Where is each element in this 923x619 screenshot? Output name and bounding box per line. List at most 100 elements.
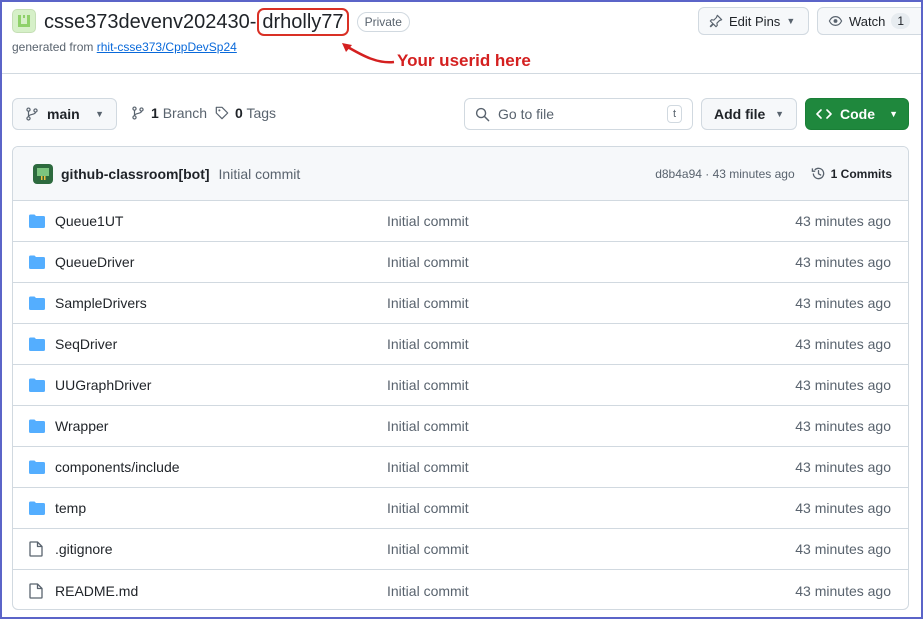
tags-label: Tags xyxy=(246,105,277,121)
folder-icon xyxy=(29,459,45,475)
branches-label: Branch xyxy=(162,105,208,121)
file-row[interactable]: README.md Initial commit 43 minutes ago xyxy=(13,570,908,609)
edit-pins-label: Edit Pins xyxy=(729,13,781,29)
go-to-file-search[interactable]: t xyxy=(464,98,693,130)
add-file-button[interactable]: Add file ▼ xyxy=(701,98,797,130)
repo-userid-highlight[interactable]: drholly77 xyxy=(257,8,349,36)
watch-count: 1 xyxy=(891,13,911,29)
code-button[interactable]: Code ▼ xyxy=(805,98,909,130)
file-age: 43 minutes ago xyxy=(795,254,891,270)
file-commit-message[interactable]: Initial commit xyxy=(387,459,469,475)
file-name[interactable]: components/include xyxy=(55,459,387,475)
repo-avatar xyxy=(12,9,36,33)
folder-icon xyxy=(29,377,45,393)
file-icon xyxy=(29,582,45,599)
commits-count-label: 1 Commits xyxy=(830,166,892,181)
pin-icon xyxy=(709,14,723,28)
watch-button[interactable]: Watch 1 xyxy=(817,7,923,35)
annotation-label: Your userid here xyxy=(397,51,531,70)
generated-prefix: generated from xyxy=(12,40,94,54)
file-commit-message[interactable]: Initial commit xyxy=(387,295,469,311)
eye-icon xyxy=(828,16,843,26)
commit-meta[interactable]: d8b4a94 · 43 minutes ago xyxy=(655,167,794,181)
branches-link[interactable]: 1 Branch xyxy=(131,105,207,121)
file-age: 43 minutes ago xyxy=(795,541,891,557)
commits-history-link[interactable]: 1 Commits xyxy=(811,166,892,181)
chevron-down-icon: ▼ xyxy=(775,109,784,119)
chevron-down-icon: ▼ xyxy=(786,16,796,26)
file-commit-message[interactable]: Initial commit xyxy=(387,583,469,599)
file-row[interactable]: components/include Initial commit 43 min… xyxy=(13,447,908,488)
file-commit-message[interactable]: Initial commit xyxy=(387,500,469,516)
folder-icon xyxy=(29,213,45,229)
file-commit-message[interactable]: Initial commit xyxy=(387,377,469,393)
header-divider xyxy=(0,73,923,74)
file-row[interactable]: SeqDriver Initial commit 43 minutes ago xyxy=(13,324,908,365)
add-file-label: Add file xyxy=(714,106,766,122)
file-commit-message[interactable]: Initial commit xyxy=(387,541,469,557)
repo-name[interactable]: csse373devenv202430- xyxy=(44,11,256,34)
search-icon xyxy=(475,107,490,121)
file-age: 43 minutes ago xyxy=(795,295,891,311)
file-age: 43 minutes ago xyxy=(795,377,891,393)
file-commit-message[interactable]: Initial commit xyxy=(387,254,469,270)
chevron-down-icon: ▼ xyxy=(95,109,104,119)
file-age: 43 minutes ago xyxy=(795,500,891,516)
folder-icon xyxy=(29,418,45,434)
file-name[interactable]: QueueDriver xyxy=(55,254,387,270)
keyboard-shortcut-hint: t xyxy=(666,105,682,123)
file-row[interactable]: QueueDriver Initial commit 43 minutes ag… xyxy=(13,242,908,283)
tags-count: 0 xyxy=(235,105,243,121)
branches-count: 1 xyxy=(151,105,159,121)
file-name[interactable]: SampleDrivers xyxy=(55,295,387,311)
file-age: 43 minutes ago xyxy=(795,213,891,229)
file-commit-message[interactable]: Initial commit xyxy=(387,336,469,352)
classroom-bot-icon xyxy=(37,167,49,180)
commit-message[interactable]: Initial commit xyxy=(219,166,301,182)
file-icon xyxy=(29,541,45,557)
file-age: 43 minutes ago xyxy=(795,582,891,599)
branch-icon xyxy=(26,107,38,121)
file-name[interactable]: UUGraphDriver xyxy=(55,377,387,393)
branch-name: main xyxy=(47,106,80,122)
file-row[interactable]: UUGraphDriver Initial commit 43 minutes … xyxy=(13,365,908,406)
bot-avatar[interactable] xyxy=(33,163,53,184)
latest-commit-bar: github-classroom[bot] Initial commit d8b… xyxy=(13,147,908,201)
file-name[interactable]: README.md xyxy=(55,583,387,599)
file-age: 43 minutes ago xyxy=(795,336,891,352)
generated-from: generated from rhit-csse373/CppDevSp24 xyxy=(12,40,237,54)
visibility-badge: Private xyxy=(356,12,410,32)
file-name[interactable]: Queue1UT xyxy=(55,213,387,229)
branch-selector[interactable]: main ▼ xyxy=(12,98,117,130)
code-icon xyxy=(816,109,832,119)
file-row[interactable]: Wrapper Initial commit 43 minutes ago xyxy=(13,406,908,447)
tag-icon xyxy=(215,106,229,120)
file-name[interactable]: temp xyxy=(55,500,387,516)
folder-icon xyxy=(29,500,45,516)
search-input[interactable] xyxy=(498,106,658,122)
edit-pins-button[interactable]: Edit Pins ▼ xyxy=(698,7,809,35)
file-name[interactable]: .gitignore xyxy=(55,541,387,557)
code-label: Code xyxy=(840,106,875,122)
tags-link[interactable]: 0 Tags xyxy=(215,105,276,121)
template-repo-link[interactable]: rhit-csse373/CppDevSp24 xyxy=(97,40,237,54)
history-icon xyxy=(811,167,824,180)
file-row[interactable]: SampleDrivers Initial commit 43 minutes … xyxy=(13,283,908,324)
repo-identicon-icon xyxy=(18,15,30,27)
file-age: 43 minutes ago xyxy=(795,459,891,475)
file-name[interactable]: SeqDriver xyxy=(55,336,387,352)
folder-icon xyxy=(29,336,45,352)
file-row[interactable]: .gitignore Initial commit 43 minutes ago xyxy=(13,529,908,570)
branch-icon xyxy=(132,106,144,120)
file-commit-message[interactable]: Initial commit xyxy=(387,213,469,229)
file-age: 43 minutes ago xyxy=(795,418,891,434)
annotation-arrow-icon xyxy=(342,43,395,64)
file-row[interactable]: Queue1UT Initial commit 43 minutes ago xyxy=(13,201,908,242)
file-name[interactable]: Wrapper xyxy=(55,418,387,434)
file-commit-message[interactable]: Initial commit xyxy=(387,418,469,434)
commit-author[interactable]: github-classroom[bot] xyxy=(61,166,210,182)
folder-icon xyxy=(29,295,45,311)
file-table: github-classroom[bot] Initial commit d8b… xyxy=(12,146,909,610)
watch-label: Watch xyxy=(849,13,886,29)
file-row[interactable]: temp Initial commit 43 minutes ago xyxy=(13,488,908,529)
